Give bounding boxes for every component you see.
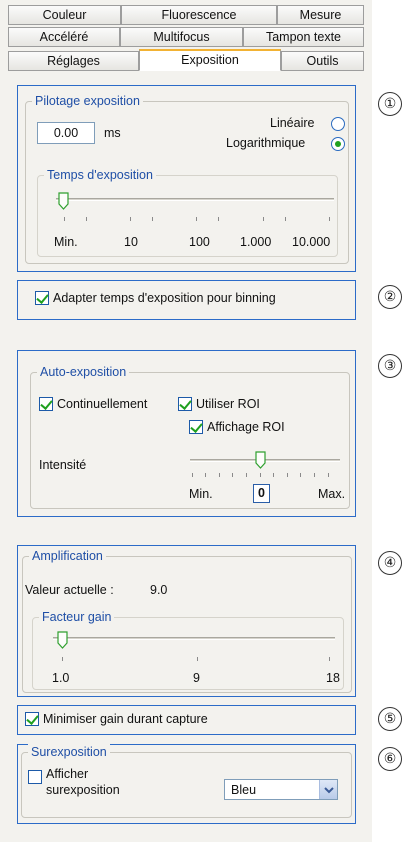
tick bbox=[152, 217, 153, 221]
tab-exposition[interactable]: Exposition bbox=[139, 49, 281, 71]
tick bbox=[300, 473, 301, 477]
tab-mesure[interactable]: Mesure bbox=[277, 5, 364, 25]
show-roi-checkbox[interactable] bbox=[189, 420, 203, 434]
callout-number-6: ⑥ bbox=[378, 747, 402, 771]
use-roi-label: Utiliser ROI bbox=[196, 397, 260, 411]
tick bbox=[314, 473, 315, 477]
exposure-time-thumb[interactable] bbox=[58, 192, 69, 210]
exposure-unit: ms bbox=[104, 126, 121, 140]
gain-thumb[interactable] bbox=[57, 631, 68, 649]
show-roi-label: Affichage ROI bbox=[207, 420, 285, 434]
tick bbox=[196, 217, 197, 221]
intensity-max-label: Max. bbox=[318, 487, 346, 501]
callout-number-5: ⑤ bbox=[378, 707, 402, 731]
callout-number-3: ③ bbox=[378, 354, 402, 378]
overexposure-title: Surexposition bbox=[28, 744, 110, 760]
gain-track[interactable] bbox=[53, 637, 335, 640]
amplification-title: Amplification bbox=[29, 548, 106, 564]
mode-linear-label: Linéaire bbox=[270, 116, 315, 130]
tick bbox=[205, 473, 206, 477]
callout-number-2: ② bbox=[378, 285, 402, 309]
intensity-thumb[interactable] bbox=[255, 451, 266, 469]
overexposure-label-line1: Afficher bbox=[46, 767, 89, 781]
pilotage-title: Pilotage exposition bbox=[32, 93, 143, 109]
mode-log-radio[interactable] bbox=[331, 137, 345, 151]
overexposure-color-value: Bleu bbox=[231, 783, 257, 797]
tick bbox=[329, 217, 330, 221]
mode-log-label: Logarithmique bbox=[226, 136, 306, 150]
tick bbox=[328, 473, 329, 477]
tick bbox=[219, 473, 220, 477]
tick bbox=[86, 217, 87, 221]
dropdown-button[interactable] bbox=[319, 780, 337, 799]
tick bbox=[273, 473, 274, 477]
gain-label-min: 1.0 bbox=[52, 671, 70, 685]
tab-multifocus[interactable]: Multifocus bbox=[120, 27, 243, 47]
minimize-gain-label: Minimiser gain durant capture bbox=[43, 712, 208, 726]
tab-couleur[interactable]: Couleur bbox=[8, 5, 121, 25]
continuous-label: Continuellement bbox=[57, 397, 148, 411]
callout-number-4: ④ bbox=[378, 551, 402, 575]
tick bbox=[246, 473, 247, 477]
tick bbox=[287, 473, 288, 477]
tab-accelere[interactable]: Accéléré bbox=[8, 27, 120, 47]
tick bbox=[218, 217, 219, 221]
tab-reglages[interactable]: Réglages bbox=[8, 51, 139, 71]
exposure-label-1000: 1.000 bbox=[240, 235, 272, 249]
tick bbox=[232, 473, 233, 477]
tick bbox=[130, 217, 131, 221]
binning-label: Adapter temps d'exposition pour binning bbox=[53, 291, 276, 305]
binning-checkbox[interactable] bbox=[35, 291, 49, 305]
gain-label-max: 18 bbox=[326, 671, 340, 685]
use-roi-checkbox[interactable] bbox=[178, 397, 192, 411]
chevron-down-icon bbox=[324, 787, 334, 794]
exposure-label-100: 100 bbox=[189, 235, 210, 249]
tab-tampon-texte[interactable]: Tampon texte bbox=[243, 27, 364, 47]
callout-number-1: ① bbox=[378, 92, 402, 116]
exposure-time-title: Temps d'exposition bbox=[44, 167, 156, 183]
continuous-checkbox[interactable] bbox=[39, 397, 53, 411]
tab-outils[interactable]: Outils bbox=[281, 51, 364, 71]
current-value-label: Valeur actuelle : bbox=[25, 583, 114, 597]
tick bbox=[62, 657, 63, 661]
overexposure-color-select[interactable]: Bleu bbox=[224, 779, 338, 800]
gain-factor-title: Facteur gain bbox=[39, 609, 115, 625]
exposure-time-track[interactable] bbox=[56, 198, 334, 201]
tick bbox=[263, 217, 264, 221]
exposure-value-input[interactable]: 0.00 bbox=[37, 122, 95, 144]
auto-exposure-title: Auto-exposition bbox=[37, 364, 130, 380]
exposure-panel: Couleur Fluorescence Mesure Accéléré Mul… bbox=[0, 0, 372, 842]
tick bbox=[192, 473, 193, 477]
gain-factor-group: Facteur gain bbox=[32, 609, 344, 690]
overexposure-checkbox[interactable] bbox=[28, 770, 42, 784]
intensity-value[interactable]: 0 bbox=[253, 484, 270, 503]
minimize-gain-checkbox[interactable] bbox=[25, 712, 39, 726]
intensity-min-label: Min. bbox=[189, 487, 213, 501]
tick bbox=[64, 217, 65, 221]
tick bbox=[260, 473, 261, 477]
exposure-label-10: 10 bbox=[124, 235, 138, 249]
tick bbox=[285, 217, 286, 221]
tick bbox=[197, 657, 198, 661]
exposure-label-10000: 10.000 bbox=[292, 235, 331, 249]
exposure-label-min: Min. bbox=[54, 235, 78, 249]
tick bbox=[329, 657, 330, 661]
intensity-label: Intensité bbox=[39, 458, 87, 472]
overexposure-label-line2: surexposition bbox=[46, 783, 120, 797]
current-value: 9.0 bbox=[150, 583, 168, 597]
tab-fluorescence[interactable]: Fluorescence bbox=[121, 5, 277, 25]
gain-label-mid: 9 bbox=[193, 671, 200, 685]
mode-linear-radio[interactable] bbox=[331, 117, 345, 131]
